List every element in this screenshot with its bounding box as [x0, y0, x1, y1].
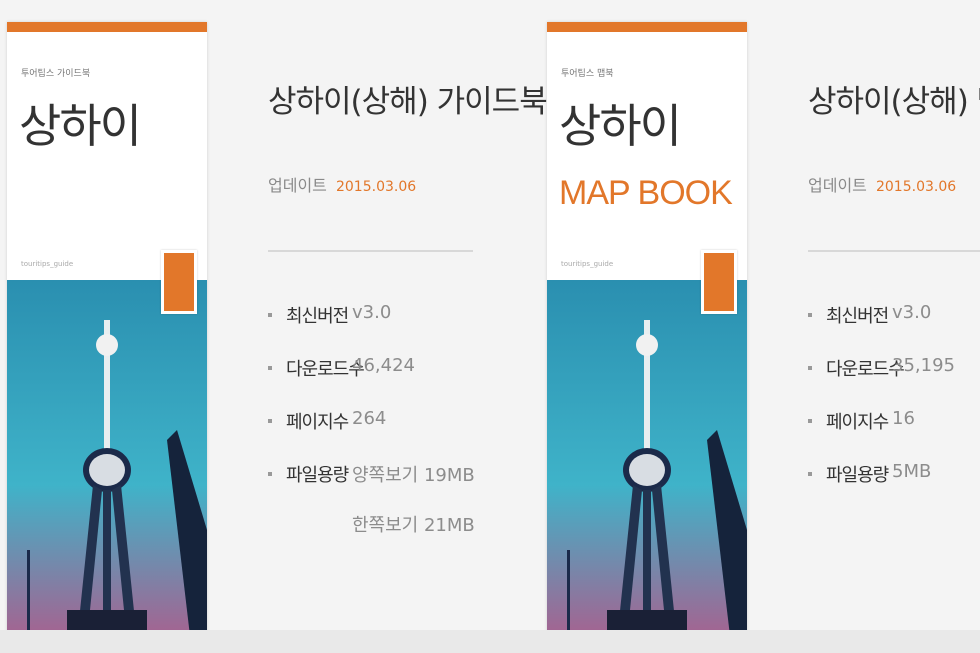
stat-label: 페이지수: [286, 412, 349, 433]
mapbook-cover[interactable]: 투어팁스 맵북 상하이 MAP BOOK touritips_guide: [547, 22, 747, 653]
mapbook-card: 투어팁스 맵북 상하이 MAP BOOK touritips_guide 상하이…: [540, 0, 980, 653]
stat-value: 5MB: [892, 461, 932, 482]
cover-subtitle: MAP BOOK: [559, 174, 733, 212]
stat-label: 파일용량: [286, 465, 349, 486]
cover-publisher: touritips_guide: [21, 260, 74, 268]
cover-series-label: 투어팁스 가이드북: [21, 69, 91, 79]
bullet-icon: [268, 313, 272, 317]
stat-value: 264: [352, 408, 387, 429]
cover-city-name: 상하이: [19, 99, 142, 153]
stat-label: 페이지수: [826, 412, 889, 433]
stat-label: 파일용량: [826, 465, 889, 486]
guidebook-card: 투어팁스 가이드북 상하이 touritips_guide 상하이(상해) 가이…: [0, 0, 548, 653]
update-row: 업데이트 2015.03.06: [808, 172, 956, 196]
stat-value-secondary: 한쪽보기 21MB: [352, 515, 475, 536]
stat-value: 양쪽보기 19MB: [352, 465, 475, 486]
update-row: 업데이트 2015.03.06: [268, 172, 416, 196]
cover-city-name: 상하이: [559, 99, 682, 153]
bullet-icon: [268, 419, 272, 423]
update-label: 업데이트: [808, 176, 867, 195]
guidebook-cover[interactable]: 투어팁스 가이드북 상하이 touritips_guide: [7, 22, 207, 653]
cover-photo-oriental-pearl-tower: [547, 280, 747, 653]
stat-value: 16: [892, 408, 915, 429]
book-title[interactable]: 상하이(상해) 가이드북: [268, 76, 548, 121]
cover-accent-bar: [547, 22, 747, 32]
cover-series-label: 투어팁스 맵북: [561, 69, 614, 79]
book-title[interactable]: 상하이(상해) 맵북: [808, 76, 980, 121]
bullet-icon: [268, 472, 272, 476]
bullet-icon: [808, 419, 812, 423]
divider: [808, 250, 980, 252]
cover-accent-bar: [7, 22, 207, 32]
cover-photo-oriental-pearl-tower: [7, 280, 207, 653]
touritips-logo-icon: [161, 250, 197, 314]
stat-value: 35,195: [892, 355, 955, 376]
stat-label: 최신버전: [286, 306, 349, 327]
bullet-icon: [808, 366, 812, 370]
update-label: 업데이트: [268, 176, 327, 195]
bullet-icon: [808, 472, 812, 476]
stat-value: 46,424: [352, 355, 415, 376]
update-date: 2015.03.06: [335, 179, 417, 195]
stat-value: v3.0: [892, 302, 932, 323]
bullet-icon: [808, 313, 812, 317]
bullet-icon: [268, 366, 272, 370]
stat-label: 최신버전: [826, 306, 889, 327]
stat-value: v3.0: [352, 302, 392, 323]
update-date: 2015.03.06: [875, 179, 957, 195]
cover-publisher: touritips_guide: [561, 260, 614, 268]
divider: [268, 250, 473, 252]
touritips-logo-icon: [701, 250, 737, 314]
footer-bar: [0, 630, 980, 653]
